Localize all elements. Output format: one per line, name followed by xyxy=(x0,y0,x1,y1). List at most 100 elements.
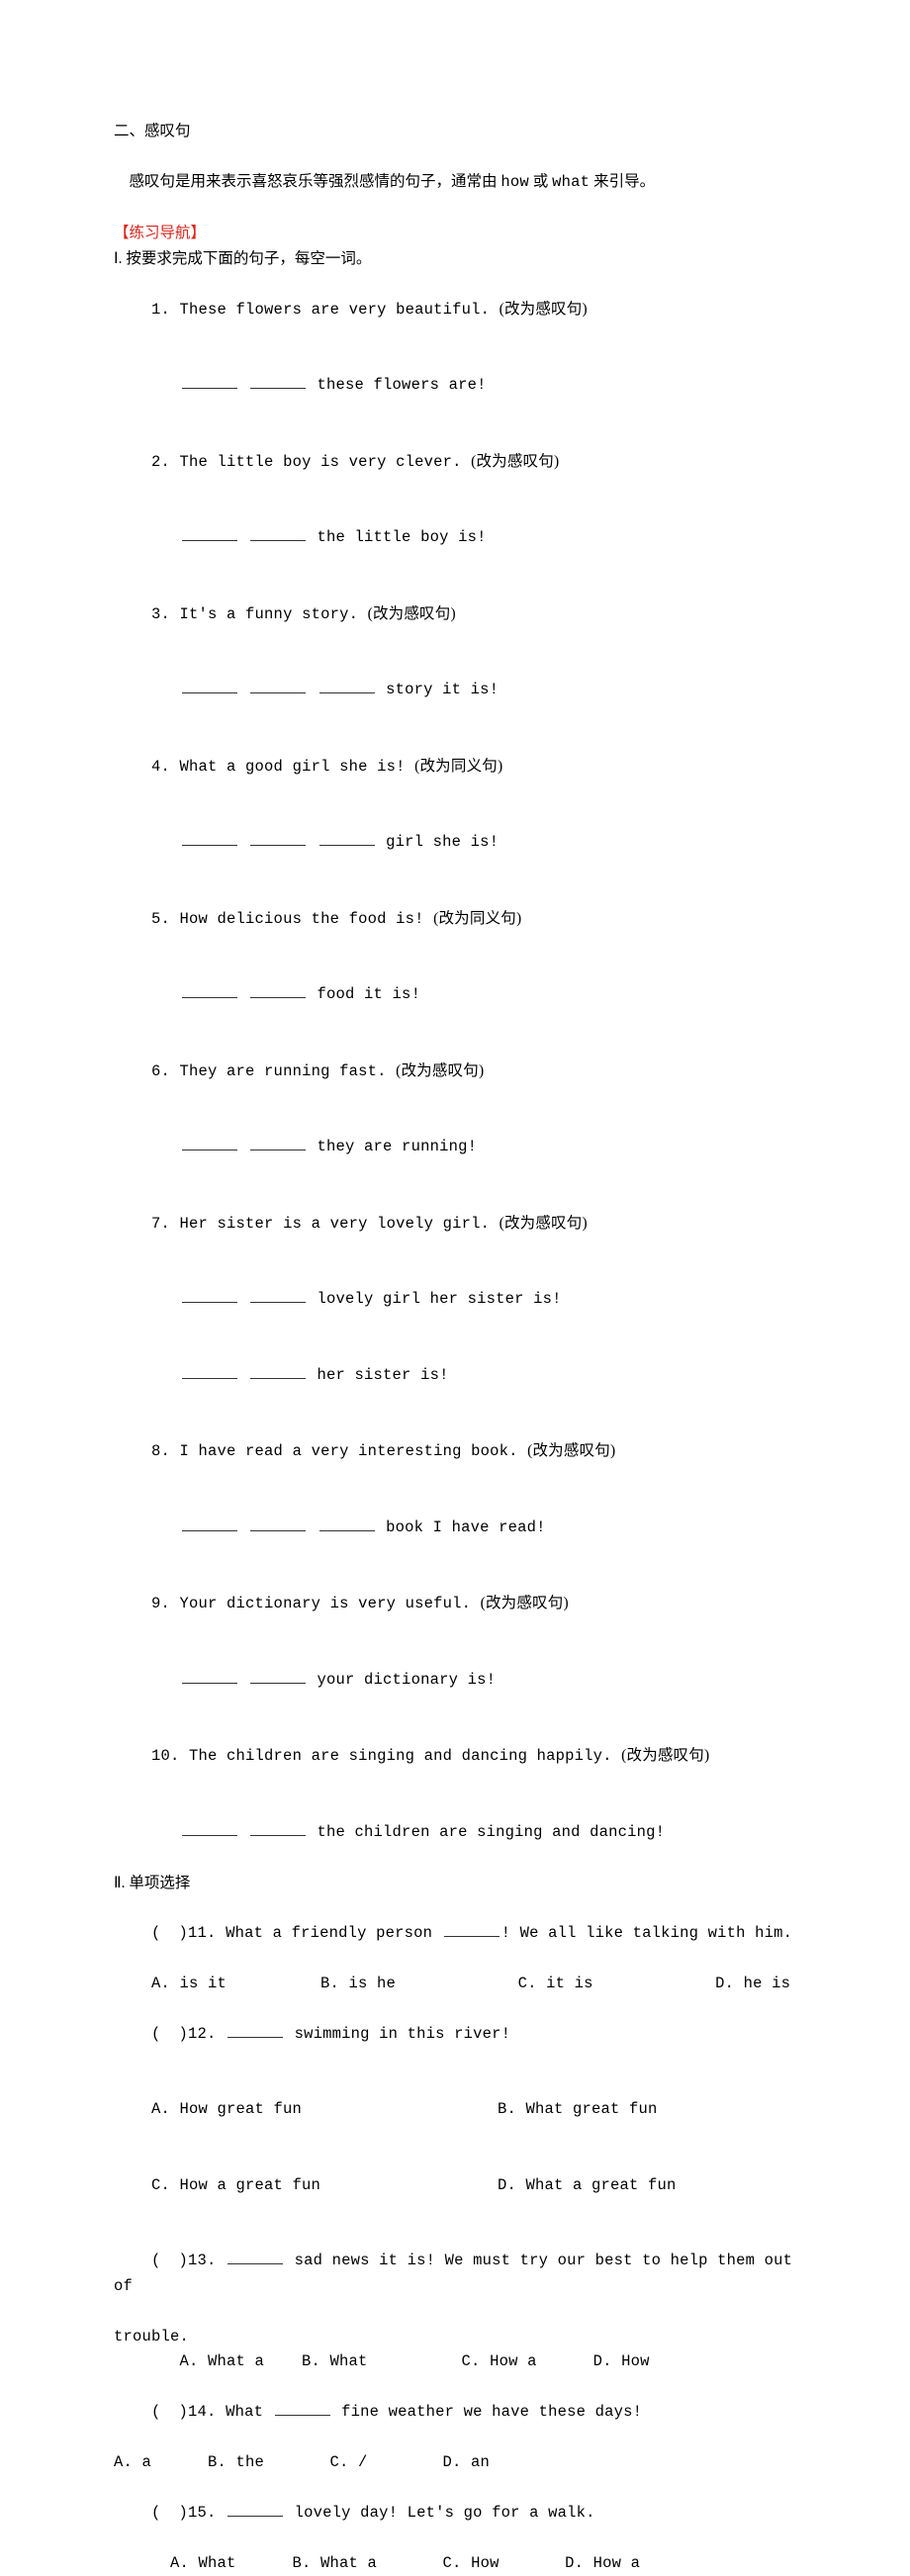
q11-line: ()11. What a friendly person ! We all li… xyxy=(114,1895,796,1972)
fill-blank[interactable] xyxy=(250,1288,306,1303)
q14-options: A. a B. the C. / D. an xyxy=(114,2450,796,2476)
q-number: 5. xyxy=(151,910,170,928)
q-text: They are running fast. xyxy=(180,1062,387,1080)
q2-answer-line: the little boy is! xyxy=(114,501,796,577)
paren-open: ( xyxy=(151,2025,161,2043)
q-post: fine weather we have these days! xyxy=(332,2403,643,2421)
fill-blank[interactable] xyxy=(319,831,375,846)
q1-prompt: 1. These flowers are very beautiful. (改为… xyxy=(114,271,796,348)
fill-blank[interactable] xyxy=(182,1517,237,1531)
q-number: 12. xyxy=(188,2025,217,2043)
fill-blank[interactable] xyxy=(182,983,237,998)
q7-prompt: 7. Her sister is a very lovely girl. (改为… xyxy=(114,1185,796,1262)
q-post: sad news it is! We must try our best to … xyxy=(114,2252,802,2295)
q13-line2: trouble. xyxy=(114,2325,796,2350)
intro-line: 感叹句是用来表示喜怒哀乐等强烈感情的句子，通常由 how 或 what 来引导。 xyxy=(114,144,796,222)
q4-answer-line: girl she is! xyxy=(114,805,796,881)
q-note: (改为感叹句) xyxy=(368,605,456,622)
fill-blank[interactable] xyxy=(319,1517,375,1531)
q-pre: What xyxy=(226,2403,273,2421)
q5-prompt: 5. How delicious the food is! (改为同义句) xyxy=(114,880,796,958)
q12-options-row1: A. How great funB. What great fun xyxy=(114,2072,796,2149)
fill-blank[interactable] xyxy=(319,679,375,693)
fill-blank[interactable] xyxy=(182,831,237,846)
fill-blank[interactable] xyxy=(228,2250,283,2264)
q-tail: these flowers are! xyxy=(308,376,487,394)
fill-blank[interactable] xyxy=(182,1136,237,1150)
fill-blank[interactable] xyxy=(250,983,306,998)
fill-blank[interactable] xyxy=(182,1669,237,1684)
fill-blank[interactable] xyxy=(250,1364,306,1379)
q7-answer-line1: lovely girl her sister is! xyxy=(114,1262,796,1338)
q-text: These flowers are very beautiful. xyxy=(180,301,491,319)
fill-blank[interactable] xyxy=(444,1922,500,1937)
paren-open: ( xyxy=(151,2403,161,2421)
fill-blank[interactable] xyxy=(250,831,306,846)
q3-prompt: 3. It's a funny story. (改为感叹句) xyxy=(114,576,796,653)
paren-open: ( xyxy=(151,1924,161,1942)
fill-blank[interactable] xyxy=(250,1669,306,1684)
q-text: I have read a very interesting book. xyxy=(180,1442,518,1460)
q-text: It's a funny story. xyxy=(180,605,359,623)
opt-c: C. How a great fun xyxy=(151,2173,498,2199)
q-note: (改为同义句) xyxy=(414,758,502,775)
q2-prompt: 2. The little boy is very clever. (改为感叹句… xyxy=(114,423,796,501)
q-number: 4. xyxy=(151,758,170,776)
q5-answer-line: food it is! xyxy=(114,958,796,1034)
fill-blank[interactable] xyxy=(275,2401,330,2416)
q-tail: story it is! xyxy=(377,681,500,698)
q-number: 13. xyxy=(188,2252,217,2269)
q13-options: A. What a B. What C. How a D. How xyxy=(114,2349,796,2375)
fill-blank[interactable] xyxy=(228,2023,283,2038)
q-tail: book I have read! xyxy=(377,1518,546,1536)
q-note: (改为同义句) xyxy=(433,910,521,927)
q12-options-row2: C. How a great funD. What a great fun xyxy=(114,2148,796,2224)
q6-answer-line: they are running! xyxy=(114,1110,796,1186)
q-number: 9. xyxy=(151,1595,170,1612)
q-number: 15. xyxy=(188,2504,217,2522)
fill-blank[interactable] xyxy=(182,1821,237,1836)
q-number: 2. xyxy=(151,453,170,471)
guide-heading: 【练习导航】 xyxy=(114,221,796,246)
intro-or: 或 xyxy=(529,173,552,190)
q8-prompt: 8. I have read a very interesting book. … xyxy=(114,1414,796,1491)
q-number: 6. xyxy=(151,1062,170,1080)
fill-blank[interactable] xyxy=(250,679,306,693)
q-number: 8. xyxy=(151,1442,170,1460)
paren-close: ) xyxy=(179,2403,189,2421)
q-text: How delicious the food is! xyxy=(180,910,424,928)
paren-close: ) xyxy=(179,2252,189,2269)
intro-text: 感叹句是用来表示喜怒哀乐等强烈感情的句子，通常由 xyxy=(130,173,501,190)
q-text: What a good girl she is! xyxy=(180,758,406,776)
q-tail: the little boy is! xyxy=(308,528,487,546)
q1-answer-line: these flowers are! xyxy=(114,348,796,424)
fill-blank[interactable] xyxy=(250,1821,306,1836)
q4-prompt: 4. What a good girl she is! (改为同义句) xyxy=(114,728,796,805)
q-post: swimming in this river! xyxy=(285,2025,510,2043)
paren-close: ) xyxy=(179,2025,189,2043)
q12-line: ()12. swimming in this river! xyxy=(114,1996,796,2072)
section-title: 二、感叹句 xyxy=(114,119,796,144)
fill-blank[interactable] xyxy=(182,679,237,693)
q-number: 1. xyxy=(151,301,170,319)
q-number: 3. xyxy=(151,605,170,623)
fill-blank[interactable] xyxy=(228,2502,283,2517)
q-note: (改为感叹句) xyxy=(471,453,559,470)
q14-line: ()14. What fine weather we have these da… xyxy=(114,2375,796,2451)
fill-blank[interactable] xyxy=(182,374,237,389)
fill-blank[interactable] xyxy=(250,526,306,541)
q15-line: ()15. lovely day! Let's go for a walk. xyxy=(114,2476,796,2552)
fill-blank[interactable] xyxy=(182,526,237,541)
q6-prompt: 6. They are running fast. (改为感叹句) xyxy=(114,1033,796,1110)
fill-blank[interactable] xyxy=(250,1136,306,1150)
q10-answer-line: the children are singing and dancing! xyxy=(114,1794,796,1871)
fill-blank[interactable] xyxy=(182,1288,237,1303)
q-tail: the children are singing and dancing! xyxy=(308,1823,665,1841)
section2-heading: Ⅱ. 单项选择 xyxy=(114,1871,796,1896)
q-tail: they are running! xyxy=(308,1138,477,1155)
q11-options: A. is it B. is he C. it is D. he is xyxy=(114,1972,796,1997)
fill-blank[interactable] xyxy=(182,1364,237,1379)
q-number: 14. xyxy=(188,2403,217,2421)
fill-blank[interactable] xyxy=(250,1517,306,1531)
fill-blank[interactable] xyxy=(250,374,306,389)
